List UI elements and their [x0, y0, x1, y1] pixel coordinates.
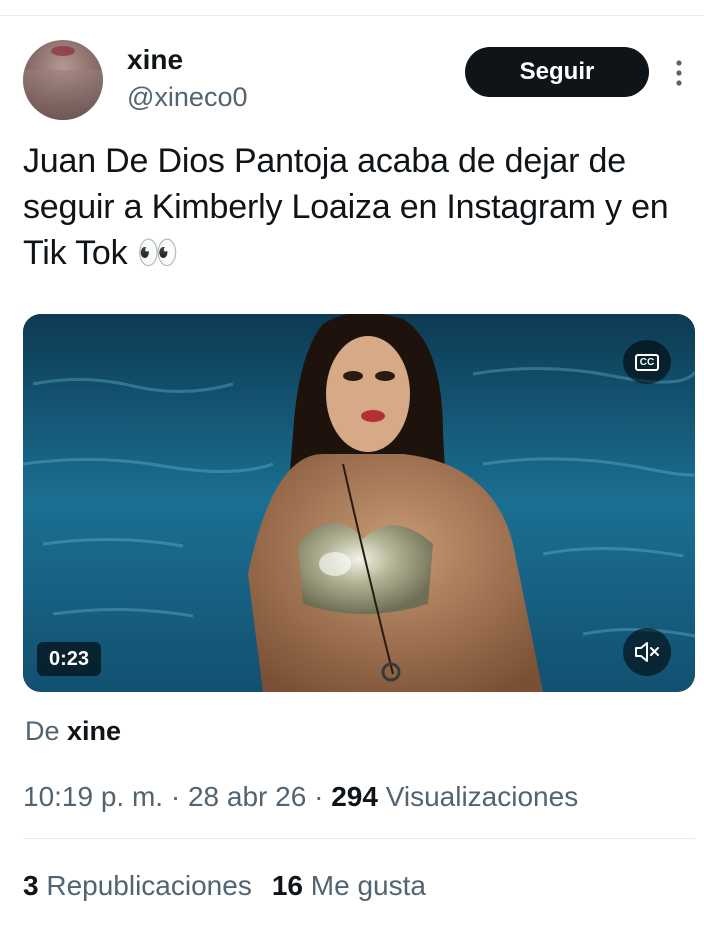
stats-divider — [23, 838, 695, 839]
reposts-stat[interactable]: 3 Republicaciones — [23, 870, 252, 901]
reposts-count: 3 — [23, 870, 39, 901]
more-options-icon[interactable] — [670, 58, 688, 88]
closed-captions-icon: CC — [634, 353, 660, 371]
mute-icon — [635, 642, 659, 662]
likes-label: Me gusta — [310, 870, 426, 901]
meta-separator: · — [314, 781, 324, 812]
mute-button[interactable] — [623, 628, 671, 676]
tweet-date[interactable]: 28 abr 26 — [188, 781, 306, 812]
follow-button[interactable]: Seguir — [465, 47, 649, 97]
reposts-label: Republicaciones — [46, 870, 252, 901]
tweet-time[interactable]: 10:19 p. m. — [23, 781, 163, 812]
video-frame — [23, 314, 695, 692]
user-name[interactable]: xine — [127, 43, 183, 77]
tweet-page: xine @xineco0 Seguir Juan De Dios Pantoj… — [0, 0, 704, 928]
video-player[interactable]: CC 0:23 — [23, 314, 695, 692]
video-source: De xine — [25, 714, 121, 748]
tweet-text: Juan De Dios Pantoja acaba de dejar de s… — [23, 142, 669, 272]
engagement-stats: 3 Republicaciones 16 Me gusta — [23, 869, 426, 903]
likes-count: 16 — [271, 870, 303, 901]
user-handle[interactable]: @xineco0 — [127, 80, 247, 114]
source-prefix: De — [25, 716, 60, 746]
top-divider — [0, 15, 704, 16]
avatar[interactable] — [23, 40, 103, 120]
meta-separator: · — [170, 781, 181, 812]
views-label: Visualizaciones — [385, 781, 579, 812]
closed-captions-button[interactable]: CC — [623, 340, 671, 384]
tweet-meta: 10:19 p. m. · 28 abr 26 · 294 Visualizac… — [23, 780, 578, 814]
likes-stat[interactable]: 16 Me gusta — [272, 870, 426, 901]
views-count: 294 — [331, 781, 378, 812]
source-author[interactable]: xine — [67, 716, 121, 746]
video-duration: 0:23 — [37, 642, 102, 676]
